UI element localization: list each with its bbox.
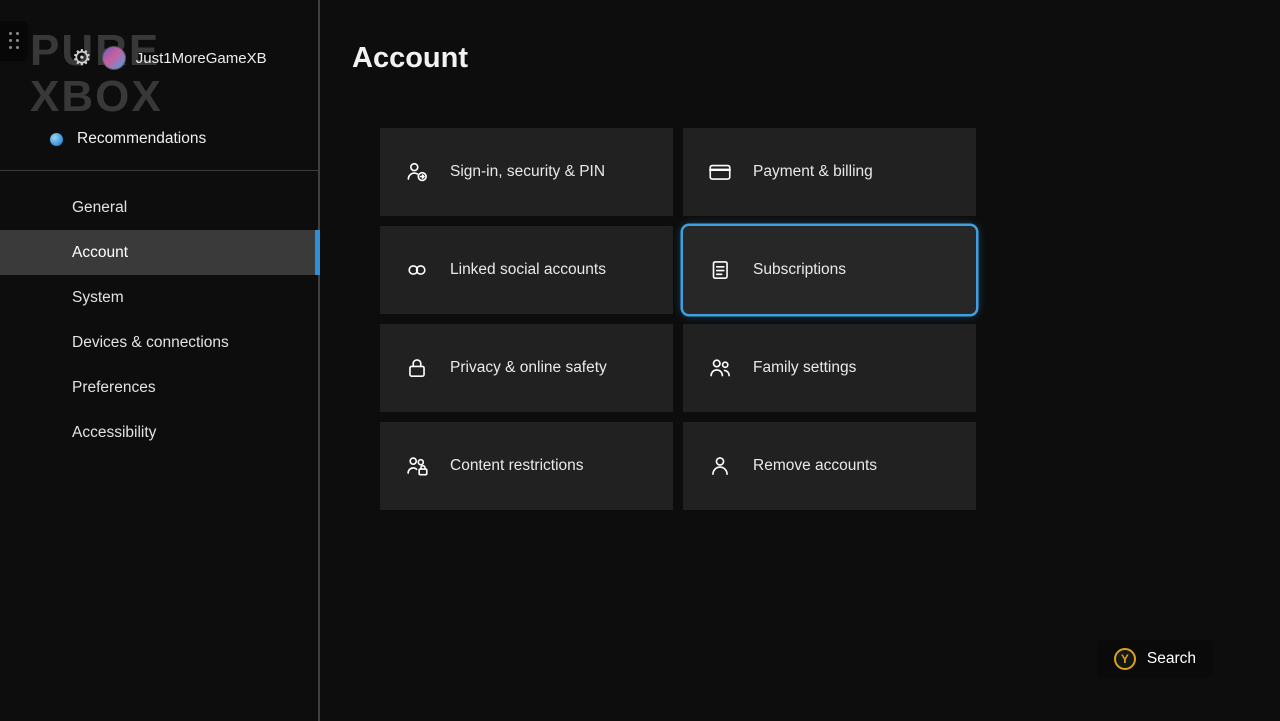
sidebar-item-system[interactable]: System <box>0 275 320 320</box>
profile-row: ⚙ Just1MoreGameXB <box>72 46 267 70</box>
tile-label: Family settings <box>753 359 856 377</box>
tile-content-restrictions[interactable]: Content restrictions <box>380 422 673 510</box>
sidebar-item-accessibility[interactable]: Accessibility <box>0 410 320 455</box>
tile-label: Subscriptions <box>753 261 846 279</box>
gamertag-label: Just1MoreGameXB <box>136 50 267 67</box>
tile-label: Privacy & online safety <box>450 359 607 377</box>
sidebar-menu: General Account System Devices & connect… <box>0 185 320 455</box>
lock-icon <box>404 355 430 381</box>
settings-gear-icon[interactable]: ⚙ <box>72 47 92 69</box>
tile-payment-billing[interactable]: Payment & billing <box>683 128 976 216</box>
sidebar: PURE XBOX ⚙ Just1MoreGameXB Recommendati… <box>0 0 320 721</box>
drag-handle-icon <box>0 21 28 61</box>
link-icon <box>404 257 430 283</box>
sidebar-item-preferences[interactable]: Preferences <box>0 365 320 410</box>
subscriptions-list-icon <box>707 257 733 283</box>
payment-card-icon <box>707 159 733 185</box>
family-icon <box>707 355 733 381</box>
pure-xbox-watermark: PURE XBOX <box>30 28 163 120</box>
y-button-icon: Y <box>1114 648 1136 670</box>
tile-subscriptions[interactable]: Subscriptions <box>683 226 976 314</box>
tile-label: Payment & billing <box>753 163 873 181</box>
avatar[interactable] <box>102 46 126 70</box>
tile-remove-accounts[interactable]: Remove accounts <box>683 422 976 510</box>
remove-account-icon <box>707 453 733 479</box>
account-tiles-grid: Sign-in, security & PIN Payment & billin… <box>380 128 976 510</box>
tile-privacy-online-safety[interactable]: Privacy & online safety <box>380 324 673 412</box>
tile-family-settings[interactable]: Family settings <box>683 324 976 412</box>
tile-label: Content restrictions <box>450 457 584 475</box>
sidebar-item-account[interactable]: Account <box>0 230 320 275</box>
sidebar-item-recommendations[interactable]: Recommendations <box>50 130 206 148</box>
tile-signin-security-pin[interactable]: Sign-in, security & PIN <box>380 128 673 216</box>
tile-label: Sign-in, security & PIN <box>450 163 605 181</box>
search-button[interactable]: Y Search <box>1097 640 1213 678</box>
recommendations-label: Recommendations <box>77 130 206 148</box>
tile-label: Linked social accounts <box>450 261 606 279</box>
signin-key-icon <box>404 159 430 185</box>
sidebar-item-general[interactable]: General <box>0 185 320 230</box>
tile-linked-social-accounts[interactable]: Linked social accounts <box>380 226 673 314</box>
page-title: Account <box>352 42 468 75</box>
search-label: Search <box>1147 650 1196 668</box>
sidebar-item-devices-connections[interactable]: Devices & connections <box>0 320 320 365</box>
recommendations-dot-icon <box>50 133 63 146</box>
content-restrictions-icon <box>404 453 430 479</box>
tile-label: Remove accounts <box>753 457 877 475</box>
sidebar-divider <box>0 170 318 171</box>
